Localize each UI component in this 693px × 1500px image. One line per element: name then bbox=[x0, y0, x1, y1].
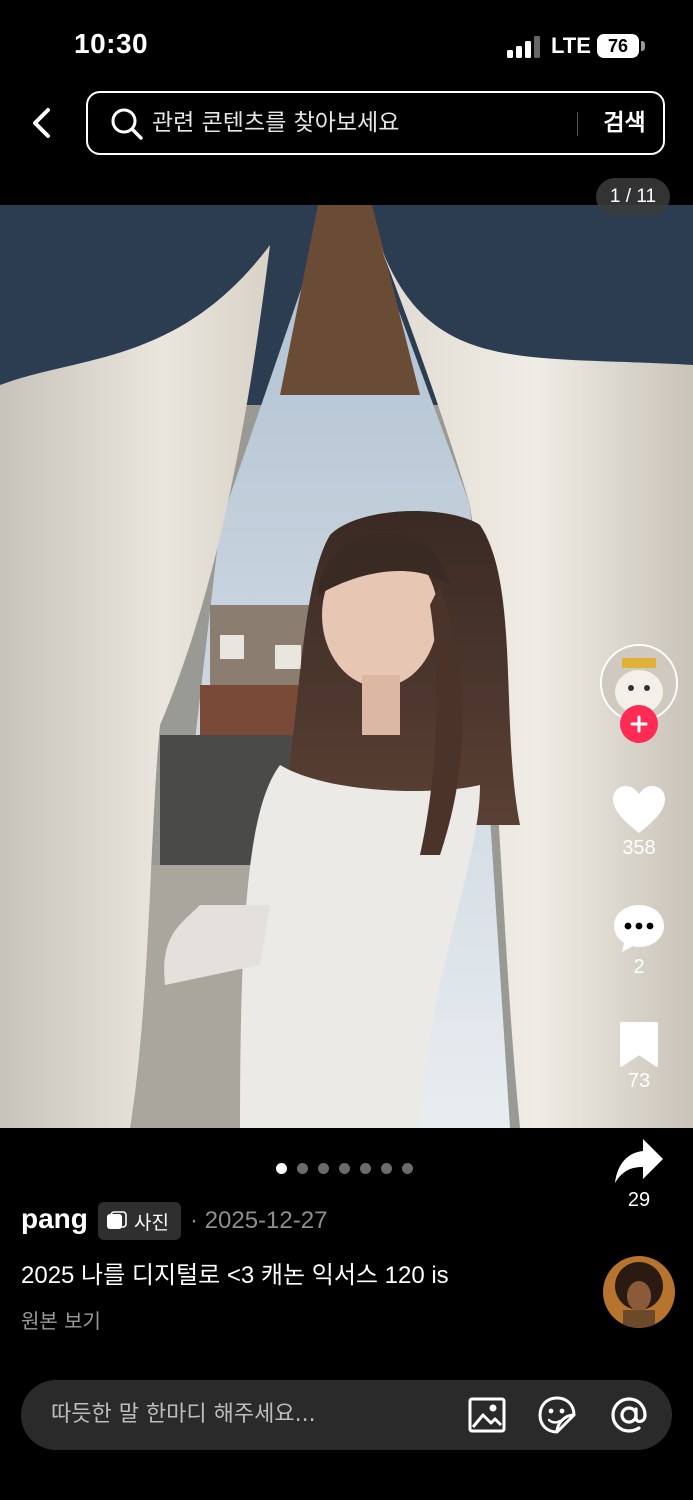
creator-avatar-group[interactable] bbox=[598, 644, 680, 744]
signal-icon bbox=[507, 36, 543, 58]
like-button[interactable]: 358 bbox=[598, 785, 680, 860]
carousel-dot[interactable] bbox=[297, 1163, 308, 1174]
post-photo[interactable] bbox=[0, 205, 693, 1128]
share-count: 29 bbox=[627, 1189, 651, 1211]
save-button[interactable]: 73 bbox=[598, 1020, 680, 1093]
carousel-dot[interactable] bbox=[360, 1163, 371, 1174]
search-divider bbox=[577, 112, 578, 136]
battery-icon: 76 bbox=[597, 34, 639, 58]
share-button[interactable]: 29 bbox=[598, 1137, 680, 1212]
share-icon bbox=[615, 1139, 663, 1183]
follow-button[interactable] bbox=[620, 705, 658, 743]
sticker-icon[interactable] bbox=[537, 1395, 577, 1435]
username[interactable]: pang bbox=[21, 1203, 88, 1235]
battery-cap bbox=[641, 41, 645, 51]
back-button[interactable] bbox=[20, 100, 64, 146]
comment-icon bbox=[614, 905, 664, 952]
like-count: 358 bbox=[622, 837, 656, 859]
heart-icon bbox=[613, 786, 665, 833]
image-icon[interactable] bbox=[467, 1395, 507, 1435]
carousel-dots bbox=[276, 1163, 413, 1175]
search-button[interactable]: 검색 bbox=[584, 93, 665, 153]
mention-icon[interactable] bbox=[609, 1395, 649, 1435]
carousel-dot[interactable] bbox=[402, 1163, 413, 1174]
network-label: LTE bbox=[551, 33, 591, 58]
carousel-dot[interactable] bbox=[381, 1163, 392, 1174]
photo-counter: 1 / 11 bbox=[596, 178, 670, 216]
post-type-badge: 사진 bbox=[98, 1202, 181, 1240]
search-box[interactable]: 관련 콘텐츠를 찾아보세요 검색 bbox=[86, 91, 665, 155]
back-icon bbox=[33, 108, 50, 138]
search-icon bbox=[111, 108, 143, 140]
see-original-link[interactable]: 원본 보기 bbox=[21, 1305, 101, 1334]
comment-input[interactable]: 따듯한 말 한마디 해주세요... bbox=[51, 1380, 451, 1450]
music-disc[interactable] bbox=[603, 1256, 675, 1328]
search-input[interactable]: 관련 콘텐츠를 찾아보세요 bbox=[152, 93, 572, 153]
comment-bar: 따듯한 말 한마디 해주세요... bbox=[21, 1380, 672, 1450]
post-type-label: 사진 bbox=[134, 1211, 169, 1234]
status-bar: 10:30 LTE 76 bbox=[0, 0, 693, 90]
carousel-dot[interactable] bbox=[339, 1163, 350, 1174]
comment-button[interactable]: 2 bbox=[598, 902, 680, 979]
photo-type-icon bbox=[107, 1211, 127, 1229]
bookmark-icon bbox=[620, 1022, 658, 1067]
post-caption: 2025 나를 디지털로 <3 캐논 익서스 120 is bbox=[21, 1262, 449, 1289]
comment-count: 2 bbox=[633, 956, 645, 978]
status-time: 10:30 bbox=[74, 28, 149, 59]
carousel-dot[interactable] bbox=[276, 1163, 287, 1174]
post-date: · 2025-12-27 bbox=[190, 1207, 328, 1234]
save-count: 73 bbox=[627, 1070, 651, 1092]
plus-icon bbox=[630, 715, 648, 733]
carousel-dot[interactable] bbox=[318, 1163, 329, 1174]
